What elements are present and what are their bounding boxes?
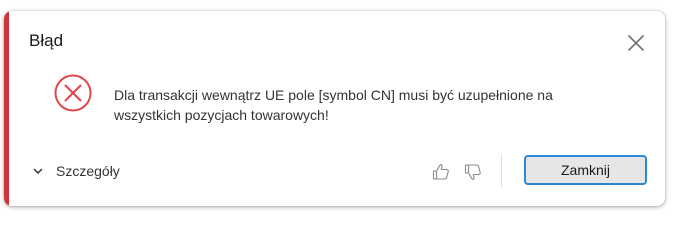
close-button[interactable]: Zamknij	[524, 155, 647, 185]
thumbs-down-icon[interactable]	[463, 162, 483, 182]
details-toggle[interactable]: Szczegóły	[32, 161, 120, 181]
error-circle-icon	[53, 73, 93, 113]
error-accent-bar	[4, 11, 9, 206]
dialog-title: Błąd	[29, 31, 64, 50]
footer-divider	[501, 154, 502, 188]
thumbs-up-icon[interactable]	[431, 162, 451, 182]
error-message: Dla transakcji wewnątrz UE pole [symbol …	[114, 85, 614, 125]
error-message-line-2: wszystkich pozycjach towarowych!	[114, 107, 329, 123]
chevron-down-icon	[32, 165, 44, 177]
close-icon[interactable]	[624, 31, 648, 55]
details-label: Szczegóły	[56, 163, 120, 179]
error-dialog: Błąd Dla transakcji wewnątrz UE pole [sy…	[4, 11, 665, 206]
error-message-line-1: Dla transakcji wewnątrz UE pole [symbol …	[114, 87, 553, 103]
